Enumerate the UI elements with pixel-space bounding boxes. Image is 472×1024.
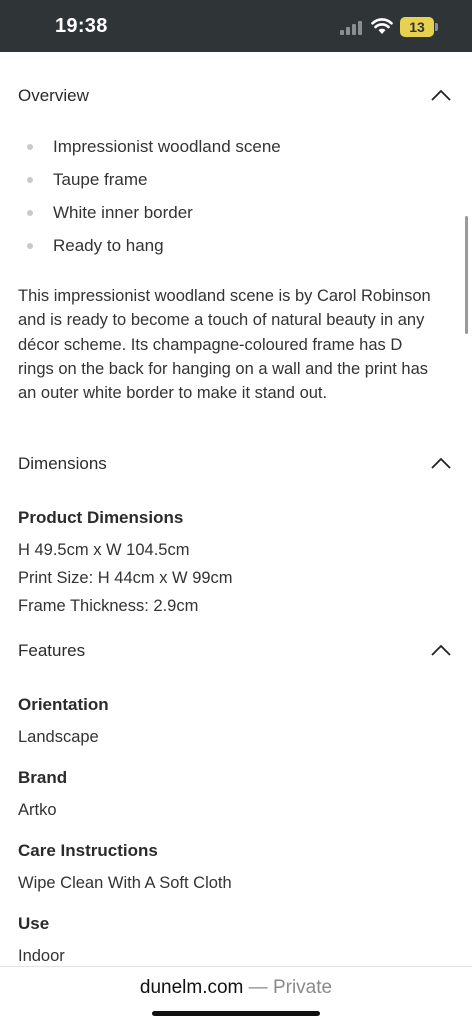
- bullet-dot: [27, 144, 33, 150]
- dimensions-title: Dimensions: [18, 454, 107, 473]
- bullet-text: Ready to hang: [53, 236, 164, 255]
- dimension-line: Print Size: H 44cm x W 99cm: [18, 569, 233, 587]
- feature-label-use: Use: [18, 914, 50, 933]
- feature-label-orientation: Orientation: [18, 695, 109, 714]
- cellular-signal-icon: [340, 19, 364, 35]
- scrollbar[interactable]: [465, 216, 468, 334]
- bullet-text: White inner border: [53, 203, 193, 222]
- feature-value-orientation: Landscape: [18, 728, 99, 746]
- url-display[interactable]: dunelm.com — Private: [0, 977, 472, 999]
- features-title: Features: [18, 641, 86, 660]
- list-item: Impressionist woodland scene: [18, 135, 454, 168]
- chevron-up-icon[interactable]: [430, 86, 452, 104]
- wifi-icon: [371, 18, 393, 34]
- home-indicator[interactable]: [152, 1011, 320, 1016]
- product-details: Overview Impressionist woodland scene Ta…: [0, 52, 472, 966]
- battery-icon: 13: [400, 17, 434, 37]
- overview-bullet-list: Impressionist woodland scene Taupe frame…: [18, 135, 454, 267]
- dimension-line: Frame Thickness: 2.9cm: [18, 597, 199, 615]
- feature-label-brand: Brand: [18, 768, 68, 787]
- battery-tip: [435, 23, 438, 31]
- separator-text: —: [243, 977, 273, 998]
- bullet-text: Impressionist woodland scene: [53, 137, 281, 156]
- overview-section-header[interactable]: Overview: [18, 82, 454, 112]
- bullet-text: Taupe frame: [53, 170, 148, 189]
- feature-label-care: Care Instructions: [18, 841, 158, 860]
- bullet-dot: [27, 210, 33, 216]
- list-item: Taupe frame: [18, 168, 454, 201]
- chevron-up-icon[interactable]: [430, 454, 452, 472]
- chevron-up-icon[interactable]: [430, 641, 452, 659]
- bullet-dot: [27, 243, 33, 249]
- status-time: 19:38: [55, 15, 108, 37]
- browser-address-bar[interactable]: dunelm.com — Private: [0, 966, 472, 1024]
- bullet-dot: [27, 177, 33, 183]
- dimension-line: H 49.5cm x W 104.5cm: [18, 541, 190, 559]
- feature-value-brand: Artko: [18, 801, 57, 819]
- status-bar: 19:38 13: [0, 0, 472, 52]
- feature-value-care: Wipe Clean With A Soft Cloth: [18, 874, 232, 892]
- features-section-header[interactable]: Features: [18, 637, 454, 667]
- overview-description: This impressionist woodland scene is by …: [18, 287, 431, 403]
- list-item: Ready to hang: [18, 234, 454, 267]
- dimensions-section-header[interactable]: Dimensions: [18, 450, 454, 480]
- product-dimensions-heading: Product Dimensions: [18, 508, 184, 527]
- overview-title: Overview: [18, 86, 89, 105]
- feature-value-use: Indoor: [18, 947, 65, 965]
- private-mode-label: Private: [272, 977, 333, 998]
- list-item: White inner border: [18, 201, 454, 234]
- domain-text: dunelm.com: [139, 977, 244, 998]
